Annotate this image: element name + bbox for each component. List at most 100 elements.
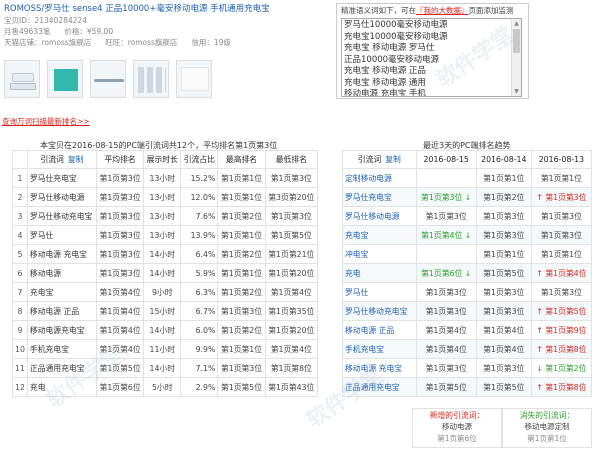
keyword-cell[interactable]: 移动电源 正品 (342, 320, 417, 340)
refresh-ranking-link[interactable]: 查询万词扫描最新排名>> (2, 116, 90, 127)
rank-0815-cell: 第1页第4位 ↓ (415, 225, 477, 245)
product-thumbnail[interactable] (176, 60, 212, 98)
keyword-line: 移动电源 充电宝 手机 (344, 89, 426, 97)
keyword-cell[interactable]: 罗马仕移动电源 (342, 206, 417, 226)
rank-0815-cell: 第1页第4位 (415, 339, 477, 359)
rank-0815-cell: 第1页第3位 ↓ (415, 187, 477, 207)
lost-keyword-rank: 第1页第1位 (527, 434, 567, 443)
table-row: 罗马仕移动电源 第1页第3位 第1页第3位 第1页第3位 (342, 206, 593, 226)
rank-0814-cell: 第1页第3位 (475, 206, 532, 226)
keyword-cell[interactable]: 罗马仕充电宝 (342, 187, 417, 207)
keyword-cell[interactable]: 罗马仕 (26, 225, 97, 245)
keyword-cell[interactable]: 冲电宝 (342, 244, 417, 264)
keyword-cell[interactable]: 罗马仕移动充电宝 (342, 301, 417, 321)
share-cell: 6.3% (180, 282, 219, 302)
rank-0813-cell: 第1页第3位 (530, 282, 593, 302)
duration-cell: 5小时 (143, 377, 182, 397)
row-number: 2 (12, 187, 28, 207)
rank-0815-cell: 第1页第3位 (415, 282, 477, 302)
duration-cell: 15小时 (143, 301, 182, 321)
lowest-rank-cell: 第1页第5位 (264, 225, 319, 245)
lost-keyword[interactable]: 移动电源定制 (503, 421, 591, 433)
product-thumbnail[interactable] (47, 60, 83, 98)
keyword-cell[interactable]: 移动电源充电宝 (26, 320, 97, 340)
rank-0815-cell: 第1页第3位 (415, 206, 477, 226)
highest-rank-cell: 第1页第2位 (217, 244, 266, 264)
table-row: 10 手机充电宝 第1页第4位 11小时 9.9% 第1页第1位 第1页第4位 (12, 339, 319, 359)
wangwang[interactable]: 旺旺：romoss旗舰店 (105, 38, 177, 47)
scroll-thumb[interactable] (513, 29, 520, 53)
lowest-rank-cell: 第1页第4位 (264, 282, 319, 302)
product-thumbnail[interactable] (90, 60, 126, 98)
rank-0813-cell: 第1页第1位 (530, 244, 593, 264)
rank-0814-cell: 第1页第2位 (475, 187, 532, 207)
highest-rank-cell: 第1页第1位 (217, 263, 266, 283)
rank-0815-cell: 第1页第4位 (415, 320, 477, 340)
scroll-up-icon[interactable]: ▲ (512, 19, 521, 28)
highest-rank-cell: 第1页第2位 (217, 320, 266, 340)
shop-credit: 信用：19级 (191, 38, 231, 47)
rank-0813-cell: ↑ 第1页第8位 (530, 377, 593, 397)
keyword-cell[interactable]: 罗马仕移动电源 (26, 187, 97, 207)
rank-0813-cell: ↑ 第1页第4位 (530, 263, 593, 283)
keyword-cell[interactable]: 充电 (26, 377, 97, 397)
keyword-cell[interactable]: 手机充电宝 (26, 339, 97, 359)
duration-cell: 9小时 (143, 282, 182, 302)
keyword-cell[interactable]: 罗马仕移动充电宝 (26, 206, 97, 226)
keyword-cell[interactable]: 充电宝 (26, 282, 97, 302)
new-keyword-rank: 第1页第6位 (437, 434, 477, 443)
keyword-cell[interactable]: 移动电源 充电宝 (26, 244, 97, 264)
keyword-cell[interactable]: 罗马仕 (342, 282, 417, 302)
sales: 月售49633笔 (4, 27, 51, 36)
my-big-data-link[interactable]: 『我的大数据』 (416, 6, 469, 15)
product-panel: ROMOSS/罗马仕 sense4 正品10000+毫安移动电源 手机通用充电宝… (4, 4, 332, 100)
rank-0815-cell: 第1页第3位 (415, 301, 477, 321)
keyword-cell[interactable]: 定制移动电源 (342, 168, 417, 188)
highest-rank-cell: 第1页第1位 (217, 187, 266, 207)
new-keyword[interactable]: 移动电源 (413, 421, 501, 433)
avg-rank-cell: 第1页第3位 (95, 206, 145, 226)
keyword-textarea[interactable]: 罗马仕10000毫安移动电源 充电宝10000毫安移动电源 充电宝 移动电源 罗… (341, 18, 522, 97)
avg-rank-cell: 第1页第4位 (95, 301, 145, 321)
table-row: 移动电源 正品 第1页第4位 第1页第4位 ↑ 第1页第9位 (342, 320, 593, 340)
highest-rank-cell: 第1页第1位 (217, 339, 266, 359)
keyword-cell[interactable]: 正品通用充电宝 (342, 377, 417, 397)
product-thumbnail[interactable] (133, 60, 169, 98)
item-id: 宝贝ID：21340284224 (4, 16, 87, 25)
keyword-cell[interactable]: 手机充电宝 (342, 339, 417, 359)
keyword-scrollbar[interactable]: ▲ ▼ (511, 19, 521, 96)
rank-0814-cell: 第1页第3位 (475, 225, 532, 245)
col-date-0814: 2016-08-14 (475, 150, 532, 169)
shop-name[interactable]: 天猫店铺：romoss旗舰店 (4, 38, 91, 47)
highest-rank-cell: 第1页第2位 (217, 206, 266, 226)
copy-keywords-link[interactable]: 复制 (68, 155, 84, 164)
new-keywords-label: 新增的引流词： (429, 411, 485, 420)
share-cell: 6.4% (180, 244, 219, 264)
share-cell: 6.7% (180, 301, 219, 321)
keyword-cell[interactable]: 移动电源 正品 (26, 301, 97, 321)
duration-cell: 13小时 (143, 206, 182, 226)
col-highest: 最高排名 (217, 150, 266, 169)
keyword-cell[interactable]: 正品通用充电宝 (26, 358, 97, 378)
share-cell: 5.9% (180, 263, 219, 283)
keyword-line: 正品10000毫安移动电源 (344, 54, 440, 65)
keyword-cell[interactable]: 充电宝 (342, 225, 417, 245)
rank-0814-cell: 第1页第3位 (475, 358, 532, 378)
keyword-cell[interactable]: 充电 (342, 263, 417, 283)
avg-rank-cell: 第1页第3位 (95, 263, 145, 283)
copy-trend-link[interactable]: 复制 (385, 155, 401, 164)
row-number: 10 (12, 339, 28, 359)
product-thumbnail[interactable] (4, 60, 40, 98)
scroll-down-icon[interactable]: ▼ (512, 87, 521, 96)
share-cell: 2.9% (180, 377, 219, 397)
keyword-cell[interactable]: 罗马仕充电宝 (26, 168, 97, 188)
table-header-row: 引流词 复制 2016-08-15 2016-08-14 2016-08-13 (342, 150, 593, 169)
rank-trend-table: 引流词 复制 2016-08-15 2016-08-14 2016-08-13 定… (342, 150, 593, 397)
share-cell: 7.6% (180, 206, 219, 226)
keyword-cell[interactable]: 移动电源 充电宝 (342, 358, 417, 378)
keyword-cell[interactable]: 移动电源 (26, 263, 97, 283)
table-row: 11 正品通用充电宝 第1页第5位 14小时 7.1% 第1页第3位 第1页第8位 (12, 358, 319, 378)
table-row: 冲电宝 第1页第1位 第1页第1位 (342, 244, 593, 264)
lowest-rank-cell: 第1页第4位 (264, 339, 319, 359)
product-title[interactable]: ROMOSS/罗马仕 sense4 正品10000+毫安移动电源 手机通用充电宝 (4, 4, 332, 15)
